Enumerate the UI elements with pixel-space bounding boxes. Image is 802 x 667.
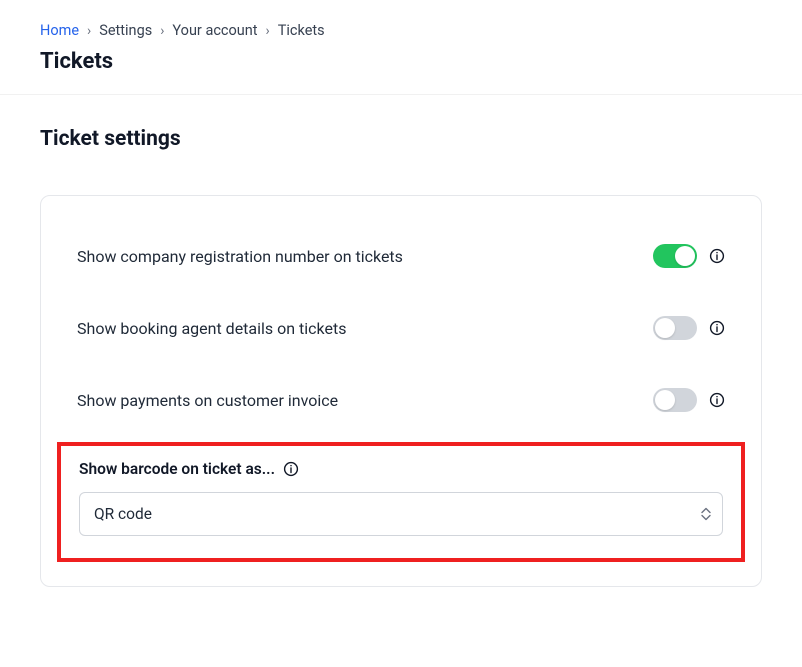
chevron-right-icon: › xyxy=(160,23,164,39)
breadcrumb: Home › Settings › Your account › Tickets xyxy=(40,22,762,39)
setting-label: Show company registration number on tick… xyxy=(77,247,403,266)
barcode-select[interactable]: QR code xyxy=(79,492,723,536)
page-header: Home › Settings › Your account › Tickets… xyxy=(0,0,802,95)
chevron-right-icon: › xyxy=(266,23,270,39)
info-icon[interactable] xyxy=(709,392,725,408)
setting-controls xyxy=(653,316,725,340)
setting-payments-invoice: Show payments on customer invoice xyxy=(77,364,725,436)
chevron-right-icon: › xyxy=(87,23,91,39)
breadcrumb-tickets[interactable]: Tickets xyxy=(278,22,325,39)
breadcrumb-settings[interactable]: Settings xyxy=(99,22,152,39)
barcode-select-wrap: QR code xyxy=(79,492,723,536)
toggle-booking-agent[interactable] xyxy=(653,316,697,340)
info-icon[interactable] xyxy=(709,320,725,336)
select-stepper-icon xyxy=(701,508,711,521)
breadcrumb-your-account[interactable]: Your account xyxy=(172,22,257,39)
highlighted-region: Show barcode on ticket as... QR code xyxy=(57,442,745,562)
barcode-field-label: Show barcode on ticket as... xyxy=(79,460,275,478)
toggle-company-registration[interactable] xyxy=(653,244,697,268)
setting-label: Show booking agent details on tickets xyxy=(77,319,346,338)
setting-label: Show payments on customer invoice xyxy=(77,391,338,410)
toggle-payments-invoice[interactable] xyxy=(653,388,697,412)
toggle-knob xyxy=(655,390,675,410)
content-area: Ticket settings Show company registratio… xyxy=(0,95,802,607)
breadcrumb-home-link[interactable]: Home xyxy=(40,22,79,39)
setting-controls xyxy=(653,388,725,412)
setting-controls xyxy=(653,244,725,268)
toggle-knob xyxy=(655,318,675,338)
page-title: Tickets xyxy=(40,49,762,74)
settings-panel: Show company registration number on tick… xyxy=(40,195,762,587)
info-icon[interactable] xyxy=(709,248,725,264)
toggle-knob xyxy=(675,246,695,266)
barcode-select-value: QR code xyxy=(94,505,152,523)
info-icon[interactable] xyxy=(283,461,299,477)
setting-booking-agent: Show booking agent details on tickets xyxy=(77,292,725,364)
section-title: Ticket settings xyxy=(40,127,762,151)
setting-company-registration: Show company registration number on tick… xyxy=(77,232,725,292)
field-label-row: Show barcode on ticket as... xyxy=(79,460,723,478)
